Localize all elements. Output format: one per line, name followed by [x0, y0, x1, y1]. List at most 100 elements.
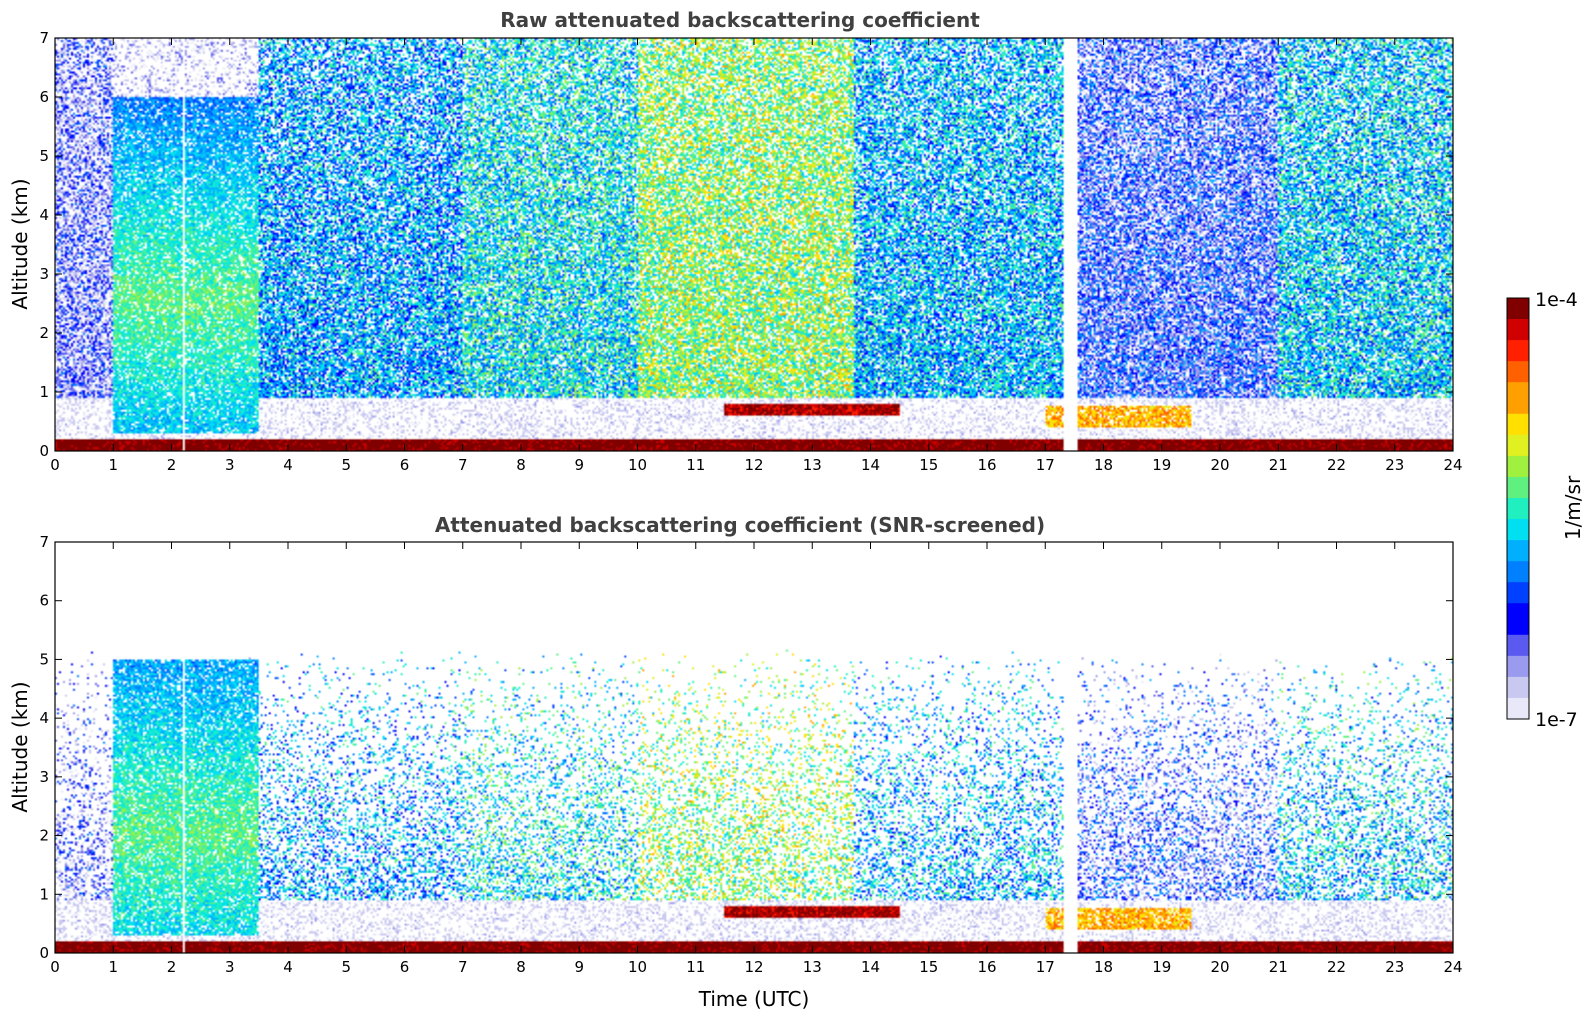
x-tick-label: 11 [686, 456, 705, 474]
colorbar-swatch [1507, 455, 1529, 467]
x-tick-label: 5 [341, 456, 351, 474]
colorbar-swatch [1507, 529, 1529, 541]
y-tick-label: 5 [39, 147, 49, 165]
y-tick-label: 6 [39, 592, 49, 610]
colorbar-swatch [1507, 487, 1529, 499]
colorbar-swatch [1507, 687, 1529, 699]
colorbar-swatch [1507, 350, 1529, 362]
x-tick-label: 15 [919, 456, 938, 474]
x-tick-label: 13 [803, 958, 822, 976]
x-tick-label: 11 [686, 958, 705, 976]
x-tick-label: 6 [400, 456, 410, 474]
x-tick-label: 18 [1094, 958, 1113, 976]
x-tick-label: 16 [977, 456, 996, 474]
colorbar-swatch [1507, 540, 1529, 552]
x-tick-label: 12 [744, 958, 763, 976]
colorbar-swatch [1507, 697, 1529, 710]
colorbar-swatch [1507, 434, 1529, 446]
colorbar-swatch [1507, 361, 1529, 373]
x-tick-label: 17 [1036, 456, 1055, 474]
colorbar-swatch [1507, 329, 1529, 341]
x-tick-label: 21 [1269, 456, 1288, 474]
colorbar: 1e-4 1e-7 1/m/sr [1506, 289, 1585, 731]
colorbar-swatch [1507, 497, 1529, 510]
colorbar-swatch [1507, 413, 1529, 425]
x-tick-label: 0 [50, 456, 60, 474]
x-tick-label: 9 [574, 456, 584, 474]
colorbar-swatch [1507, 571, 1529, 583]
y-tick-label: 2 [39, 827, 49, 845]
colorbar-swatch [1507, 476, 1529, 489]
x-tick-label: 23 [1385, 456, 1404, 474]
x-tick-label: 7 [458, 958, 468, 976]
x-tick-label: 8 [516, 958, 526, 976]
x-tick-label: 14 [861, 958, 880, 976]
colorbar-swatch [1507, 561, 1529, 573]
x-tick-label: 10 [628, 958, 647, 976]
colorbar-swatch [1507, 508, 1529, 520]
colorbar-swatch [1507, 340, 1529, 352]
x-tick-label: 9 [574, 958, 584, 976]
colorbar-max-label: 1e-4 [1535, 289, 1578, 311]
panel-screened-ylabel: Altitude (km) [8, 681, 32, 812]
y-tick-label: 4 [39, 206, 49, 224]
panel-raw-title: Raw attenuated backscattering coefficien… [500, 8, 980, 32]
x-tick-label: 23 [1385, 958, 1404, 976]
colorbar-swatch [1507, 645, 1529, 657]
y-tick-label: 7 [39, 29, 49, 47]
panel-screened-title: Attenuated backscattering coefficient (S… [435, 513, 1045, 537]
x-tick-label: 24 [1443, 456, 1462, 474]
y-tick-label: 3 [39, 768, 49, 786]
colorbar-swatch [1507, 466, 1529, 478]
x-tick-label: 20 [1210, 958, 1229, 976]
y-tick-label: 7 [39, 533, 49, 551]
lidar-figure: Raw attenuated backscattering coefficien… [8, 8, 1585, 1011]
colorbar-swatch [1507, 308, 1529, 320]
x-tick-label: 4 [283, 958, 293, 976]
x-tick-label: 19 [1152, 456, 1171, 474]
colorbar-swatch [1507, 676, 1529, 689]
y-tick-label: 0 [39, 442, 49, 460]
colorbar-label: 1/m/sr [1561, 475, 1585, 540]
colorbar-swatch [1507, 550, 1529, 562]
x-tick-label: 6 [400, 958, 410, 976]
colorbar-swatch [1507, 424, 1529, 436]
colorbar-swatch [1507, 519, 1529, 531]
x-tick-label: 20 [1210, 456, 1229, 474]
y-tick-label: 2 [39, 324, 49, 342]
x-tick-label: 4 [283, 456, 293, 474]
y-tick-label: 1 [39, 383, 49, 401]
x-tick-label: 1 [108, 958, 118, 976]
y-tick-label: 6 [39, 88, 49, 106]
colorbar-swatch [1507, 708, 1529, 720]
x-tick-label: 15 [919, 958, 938, 976]
colorbar-min-label: 1e-7 [1535, 709, 1578, 731]
x-tick-label: 16 [977, 958, 996, 976]
x-tick-label: 3 [225, 958, 235, 976]
y-tick-label: 5 [39, 650, 49, 668]
x-tick-label: 18 [1094, 456, 1113, 474]
colorbar-swatch [1507, 319, 1529, 331]
colorbar-swatch [1507, 613, 1529, 625]
x-tick-label: 1 [108, 456, 118, 474]
x-tick-label: 3 [225, 456, 235, 474]
x-tick-label: 19 [1152, 958, 1171, 976]
colorbar-swatch [1507, 371, 1529, 383]
colorbar-swatch [1507, 392, 1529, 404]
colorbar-swatches [1507, 298, 1529, 720]
x-tick-label: 2 [167, 456, 177, 474]
x-tick-label: 22 [1327, 958, 1346, 976]
panel-raw: Raw attenuated backscattering coefficien… [8, 8, 1463, 474]
colorbar-swatch [1507, 634, 1529, 646]
x-tick-label: 17 [1036, 958, 1055, 976]
colorbar-swatch [1507, 592, 1529, 604]
colorbar-swatch [1507, 666, 1529, 678]
x-tick-label: 12 [744, 456, 763, 474]
colorbar-swatch [1507, 298, 1529, 310]
x-tick-label: 14 [861, 456, 880, 474]
panel-screened: Attenuated backscattering coefficient (S… [8, 513, 1463, 1011]
x-tick-label: 7 [458, 456, 468, 474]
y-tick-label: 4 [39, 709, 49, 727]
x-tick-label: 10 [628, 456, 647, 474]
y-tick-label: 0 [39, 944, 49, 962]
